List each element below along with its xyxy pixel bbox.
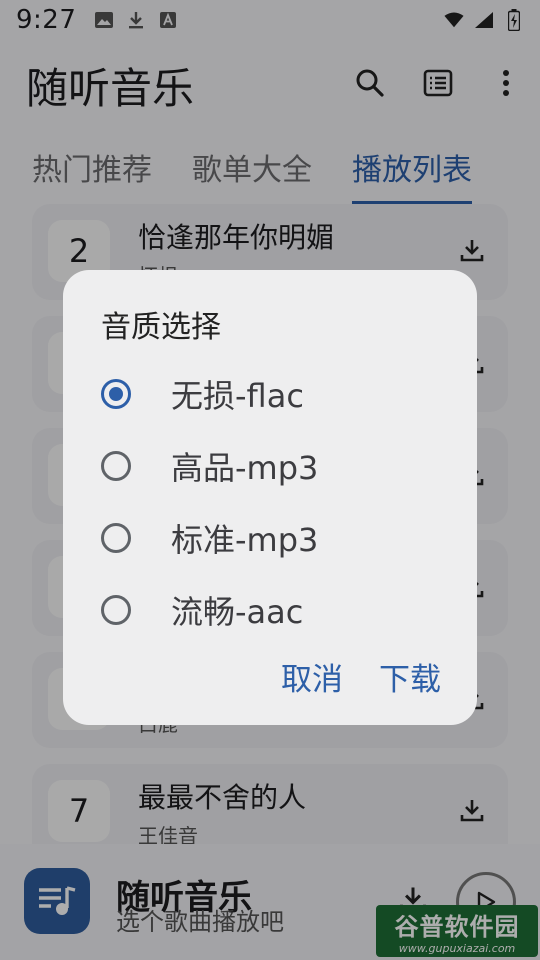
radio-unchecked-icon[interactable] (101, 451, 131, 481)
dialog-actions: 取消 下载 (273, 646, 449, 707)
cancel-button[interactable]: 取消 (273, 646, 351, 707)
quality-option-high-mp3[interactable]: 高品-mp3 (63, 430, 477, 502)
radio-checked-icon[interactable] (101, 379, 131, 409)
quality-option-standard-mp3[interactable]: 标准-mp3 (63, 502, 477, 574)
download-confirm-button[interactable]: 下载 (371, 646, 449, 707)
radio-unchecked-icon[interactable] (101, 595, 131, 625)
quality-option-aac[interactable]: 流畅-aac (63, 574, 477, 646)
quality-dialog: 音质选择 无损-flac 高品-mp3 标准-mp3 流畅-aac 取消 下载 (63, 270, 477, 725)
option-label: 流畅-aac (171, 593, 304, 631)
radio-unchecked-icon[interactable] (101, 523, 131, 553)
dialog-title: 音质选择 (101, 310, 221, 345)
option-label: 高品-mp3 (171, 449, 319, 487)
quality-option-flac[interactable]: 无损-flac (63, 358, 477, 430)
option-label: 无损-flac (171, 377, 304, 415)
option-label: 标准-mp3 (171, 521, 319, 559)
